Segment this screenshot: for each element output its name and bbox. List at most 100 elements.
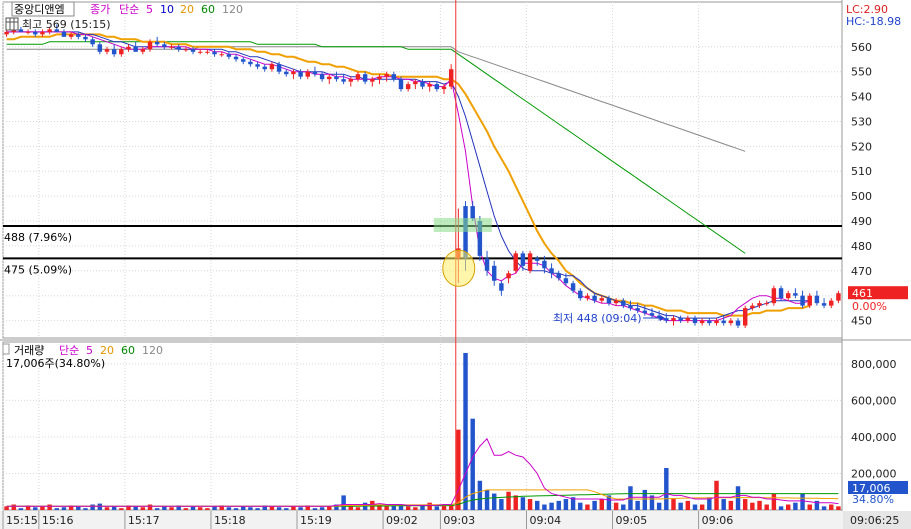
price-tick-label: 500 <box>851 190 872 203</box>
volume-bar <box>807 504 812 510</box>
volume-bar <box>535 500 540 510</box>
candle-up <box>742 308 748 326</box>
candle-down <box>642 310 648 314</box>
volume-bar <box>793 502 798 510</box>
time-label: 15:17 <box>128 514 160 527</box>
volume-bar <box>434 506 440 510</box>
candle-down <box>542 260 547 269</box>
candle-up <box>441 86 447 90</box>
last-volume-pct: 34.80% <box>852 493 894 506</box>
candle-up <box>785 293 791 299</box>
candle-up <box>291 71 296 75</box>
time-label: 15:15 <box>6 514 38 527</box>
candle-up <box>771 288 777 304</box>
time-label: 09:04 <box>529 514 561 527</box>
candle-up <box>384 74 389 77</box>
candle-down <box>248 61 253 65</box>
volume-bar <box>621 504 626 510</box>
candle-up <box>147 41 153 50</box>
volume-bar <box>678 502 683 510</box>
candle-up <box>585 295 590 299</box>
candle-up <box>104 49 110 52</box>
volume-bar <box>276 507 282 510</box>
low-note: 최저 448 (09:04) <box>553 312 642 325</box>
time-label: 09:05 <box>616 514 648 527</box>
volume-bar <box>312 508 318 510</box>
vol-title-ma20: 20 <box>100 344 114 357</box>
volume-bar <box>578 502 583 510</box>
candle-up <box>4 31 9 35</box>
volume-tick-label: 400,000 <box>851 431 897 444</box>
candle-up <box>405 84 411 90</box>
candle-down <box>76 34 81 37</box>
candle-up <box>448 69 454 87</box>
candle-down <box>692 318 698 324</box>
candle-up <box>836 293 841 301</box>
candle-up <box>119 49 124 55</box>
candle-down <box>463 206 468 259</box>
volume-bar <box>656 502 662 510</box>
volume-bar <box>341 495 346 510</box>
volume-bar <box>685 500 691 510</box>
price-tick-label: 520 <box>851 140 872 153</box>
candle-down <box>570 283 576 291</box>
candle-down <box>592 295 597 301</box>
price-level-label: 488 (7.96%) <box>4 231 72 244</box>
vol-title-ma60: 60 <box>121 344 135 357</box>
title-ma5: 5 <box>146 3 153 16</box>
title-ma20: 20 <box>180 3 194 16</box>
candle-down <box>499 283 504 291</box>
candle-up <box>377 76 382 80</box>
volume-bar <box>642 489 648 510</box>
candle-down <box>621 300 626 306</box>
last-price-value: 461 <box>852 287 873 300</box>
volume-bar <box>613 502 619 510</box>
volume-bar <box>226 507 232 510</box>
candle-up <box>327 76 332 80</box>
volume-bar <box>599 499 604 510</box>
price-tick-label: 560 <box>851 41 872 54</box>
volume-bar <box>549 502 554 510</box>
candle-down <box>556 273 561 279</box>
price-level-label: 475 (5.09%) <box>4 263 72 276</box>
vol-title-name: 거래량 <box>14 344 44 357</box>
candle-down <box>535 258 540 261</box>
candle-up <box>355 74 361 80</box>
candle-up <box>750 305 755 309</box>
candle-up <box>427 84 432 87</box>
candle-down <box>133 46 138 52</box>
grid-toggle-icon[interactable] <box>5 17 19 31</box>
volume-bar <box>33 507 38 510</box>
volume-bar <box>190 506 196 510</box>
volume-bar <box>133 506 138 510</box>
volume-bar <box>248 507 253 510</box>
volume-bar <box>47 504 52 510</box>
candle-up <box>728 320 734 324</box>
price-tick-label: 540 <box>851 91 872 104</box>
volume-bar <box>298 507 303 510</box>
volume-bar <box>162 506 167 510</box>
volume-bar <box>241 506 246 510</box>
price-tick-label: 470 <box>851 265 872 278</box>
volume-bar <box>764 504 769 510</box>
candle-down <box>233 56 239 60</box>
volume-bar <box>441 505 447 510</box>
stock-chart[interactable]: 488 (7.96%)475 (5.09%) 45046047048049050… <box>0 0 911 529</box>
volume-bar <box>563 499 569 510</box>
candle-down <box>721 320 726 324</box>
candle-up <box>126 46 131 50</box>
candle-down <box>398 79 404 90</box>
candle-up <box>764 303 769 305</box>
candle-down <box>90 39 95 45</box>
candle-down <box>735 320 741 326</box>
volume-tab-marker <box>2 343 10 355</box>
candle-down <box>241 59 246 62</box>
volume-bar <box>477 480 483 510</box>
candle-up <box>305 71 310 77</box>
title-simple: 단순 <box>119 3 139 16</box>
volume-bar <box>757 500 762 510</box>
volume-bar <box>384 506 389 510</box>
candle-up <box>757 303 762 306</box>
candle-down <box>821 303 827 306</box>
title-ma120: 120 <box>222 3 243 16</box>
